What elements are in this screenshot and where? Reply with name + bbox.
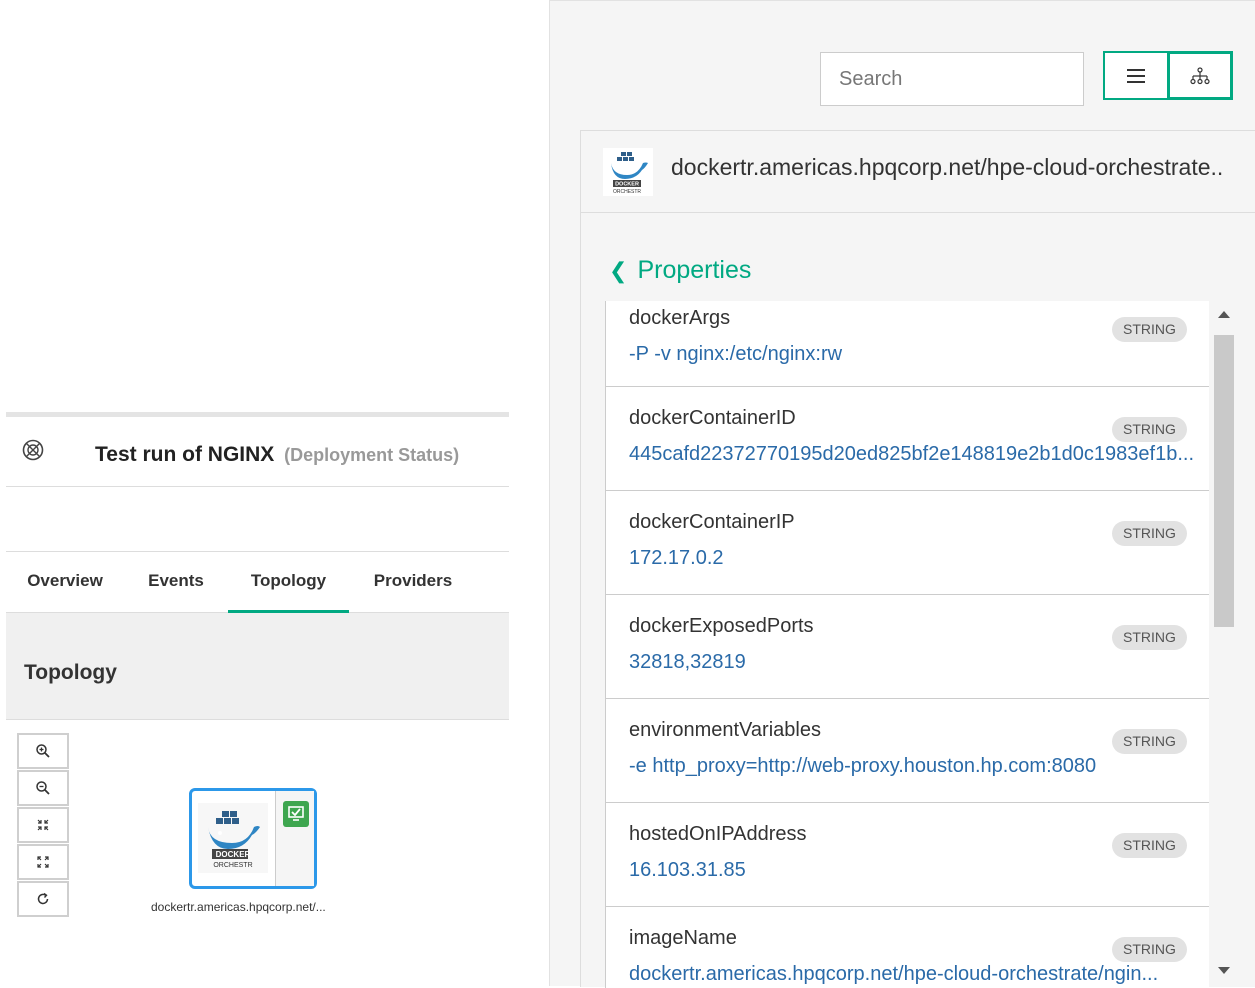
collapse-button[interactable] (17, 807, 69, 843)
property-name: dockerContainerID (629, 407, 796, 429)
page-title: Test run of NGINX (Deployment Status) (95, 443, 459, 467)
type-badge: STRING (1112, 317, 1187, 342)
property-name: dockerContainerIP (629, 511, 795, 533)
property-row: environmentVariables STRING -e http_prox… (606, 699, 1209, 803)
deployment-subtitle: (Deployment Status) (284, 445, 460, 465)
docker-container-icon: DOCKER ORCHESTR (603, 148, 653, 196)
chevron-left-icon: ❮ (609, 258, 628, 283)
property-row: hostedOnIPAddress STRING 16.103.31.85 (606, 803, 1209, 907)
tree-view-button[interactable] (1167, 51, 1233, 100)
list-view-icon (1127, 68, 1145, 83)
node-label: dockertr.americas.hpqcorp.net/... (151, 900, 326, 914)
properties-list: dockerArgs STRING -P -v nginx:/etc/nginx… (605, 301, 1209, 988)
property-value: 172.17.0.2 (629, 547, 724, 569)
deployment-title: Test run of NGINX (95, 443, 275, 466)
property-name: hostedOnIPAddress (629, 823, 807, 845)
svg-text:DOCKER: DOCKER (615, 182, 639, 188)
zoom-in-button[interactable] (17, 733, 69, 769)
resource-card: DOCKER ORCHESTR dockertr.americas.hpqcor… (580, 130, 1255, 988)
property-row: dockerArgs STRING -P -v nginx:/etc/nginx… (606, 301, 1209, 387)
tree-view-icon (1190, 66, 1210, 84)
zoom-toolbar (17, 733, 69, 918)
property-name: dockerExposedPorts (629, 615, 814, 637)
tab-bar: Overview Events Topology Providers (6, 551, 509, 613)
resource-name: dockertr.americas.hpqcorp.net/hpe-cloud-… (671, 154, 1224, 180)
properties-label: Properties (637, 256, 752, 284)
node-status-badge (283, 801, 309, 827)
svg-text:ORCHESTR: ORCHESTR (613, 189, 641, 195)
type-badge: STRING (1112, 729, 1187, 754)
svg-text:DOCKER: DOCKER (216, 850, 251, 859)
node-status-bar (275, 791, 314, 886)
property-value: dockertr.americas.hpqcorp.net/hpe-cloud-… (629, 963, 1159, 985)
collapse-icon (37, 819, 49, 831)
docker-container-icon: DOCKER ORCHESTR (198, 803, 268, 873)
property-row: imageName STRING dockertr.americas.hpqco… (606, 907, 1209, 988)
list-view-button[interactable] (1103, 51, 1169, 100)
refresh-button[interactable] (17, 881, 69, 917)
scroll-down-arrow-icon[interactable] (1218, 967, 1230, 974)
refresh-icon (37, 892, 49, 905)
property-row: dockerExposedPorts STRING 32818,32819 (606, 595, 1209, 699)
properties-back-link[interactable]: ❮ Properties (609, 256, 751, 285)
property-row: dockerContainerID STRING 445cafd22372770… (606, 387, 1209, 491)
type-badge: STRING (1112, 625, 1187, 650)
tab-topology[interactable]: Topology (228, 552, 349, 613)
property-value: -e http_proxy=http://web-proxy.houston.h… (629, 755, 1097, 777)
deployment-status-icon (22, 439, 44, 461)
type-badge: STRING (1112, 833, 1187, 858)
resource-header: DOCKER ORCHESTR dockertr.americas.hpqcor… (581, 131, 1255, 213)
details-panel: DOCKER ORCHESTR dockertr.americas.hpqcor… (549, 0, 1255, 988)
type-badge: STRING (1112, 937, 1187, 962)
scroll-up-arrow-icon[interactable] (1218, 311, 1230, 318)
scrollbar[interactable] (1212, 302, 1236, 986)
expand-icon (37, 856, 49, 868)
deployment-header: Test run of NGINX (Deployment Status) (6, 417, 509, 487)
zoom-in-icon (36, 744, 50, 758)
deployment-panel: Test run of NGINX (Deployment Status) Ov… (6, 412, 509, 986)
tab-providers[interactable]: Providers (360, 552, 466, 613)
monitor-check-icon (288, 806, 304, 821)
topology-node[interactable]: DOCKER ORCHESTR (189, 788, 317, 889)
property-value: 16.103.31.85 (629, 859, 746, 881)
property-value: -P -v nginx:/etc/nginx:rw (629, 343, 843, 365)
search-input[interactable] (820, 52, 1084, 106)
type-badge: STRING (1112, 417, 1187, 442)
property-value: 445cafd22372770195d20ed825bf2e148819e2b1… (629, 443, 1194, 465)
tab-overview[interactable]: Overview (10, 552, 120, 613)
scrollbar-thumb[interactable] (1214, 335, 1234, 627)
expand-button[interactable] (17, 844, 69, 880)
property-name: environmentVariables (629, 719, 821, 741)
svg-text:ORCHESTR: ORCHESTR (213, 862, 252, 869)
topology-heading: Topology (24, 661, 117, 684)
zoom-out-button[interactable] (17, 770, 69, 806)
property-row: dockerContainerIP STRING 172.17.0.2 (606, 491, 1209, 595)
topology-header: Topology (6, 613, 509, 720)
property-value: 32818,32819 (629, 651, 746, 673)
tab-events[interactable]: Events (134, 552, 218, 613)
type-badge: STRING (1112, 521, 1187, 546)
property-name: dockerArgs (629, 307, 731, 329)
zoom-out-icon (36, 781, 50, 795)
property-name: imageName (629, 927, 737, 949)
